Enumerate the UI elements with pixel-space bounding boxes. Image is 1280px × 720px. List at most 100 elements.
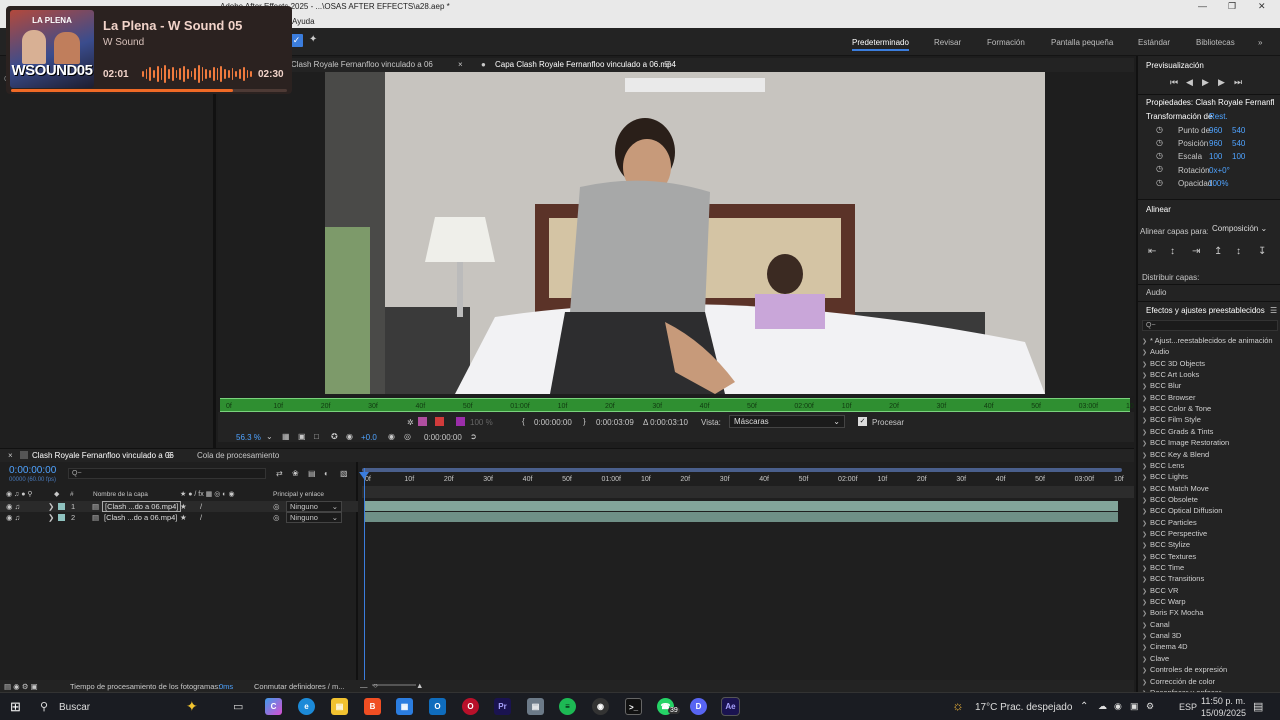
next-frame-icon[interactable]: ▶ xyxy=(1218,77,1225,88)
prop-opacity-value[interactable]: 100% xyxy=(1208,179,1228,188)
effects-category-item[interactable]: BCC Image Restoration xyxy=(1142,438,1229,447)
timeline-search-input[interactable]: Q~ xyxy=(68,468,266,479)
view-dropdown[interactable]: Máscaras ⌄ xyxy=(729,415,845,428)
tab-menu-icon[interactable]: ☰ xyxy=(166,451,173,460)
effects-category-item[interactable]: Cinema 4D xyxy=(1142,642,1188,651)
effects-category-item[interactable]: BCC Warp xyxy=(1142,597,1186,606)
parent-dropdown[interactable]: Ninguno ⌄ xyxy=(286,512,342,523)
shy-layers-icon[interactable]: ▤ xyxy=(308,469,316,478)
tray-app-icon[interactable]: ☁ xyxy=(1098,701,1107,712)
zoom-level[interactable]: 56.3 % xyxy=(236,433,261,442)
tab-composition[interactable]: Clash Royale Fernanfloo vinculado a 06 xyxy=(291,60,433,69)
layer-quality-icon[interactable]: / xyxy=(200,502,202,511)
av-switches-icon[interactable]: ◉ ♫ ● ⚲ xyxy=(6,490,33,498)
clock-date[interactable]: 15/09/2025 xyxy=(1201,708,1246,718)
align-vcenter-icon[interactable]: ↕ xyxy=(1236,246,1241,257)
visibility-eye-icon[interactable]: ◉ ♫ xyxy=(6,502,20,511)
effects-category-item[interactable]: BCC Browser xyxy=(1142,393,1195,402)
weather-icon[interactable]: ☼ xyxy=(952,698,964,713)
tab-render-queue[interactable]: Cola de procesamiento xyxy=(197,451,279,460)
close-tab-icon[interactable]: × xyxy=(458,60,463,69)
close-icon[interactable]: ✕ xyxy=(1258,1,1266,12)
effects-category-item[interactable]: Canal 3D xyxy=(1142,631,1181,640)
effects-category-item[interactable]: BCC Grads & Tints xyxy=(1142,427,1213,436)
zoom-in-icon[interactable]: ▲ xyxy=(416,681,423,690)
stopwatch-icon[interactable]: ◷ xyxy=(1156,125,1163,134)
effects-category-item[interactable]: BCC Time xyxy=(1142,563,1184,572)
pickwhip-icon[interactable]: ◎ xyxy=(273,513,280,522)
align-hcenter-icon[interactable]: ↕ xyxy=(1170,246,1175,257)
channels-icon[interactable]: ✪ xyxy=(331,432,338,441)
stopwatch-icon[interactable]: ◷ xyxy=(1156,178,1163,187)
align-to-dropdown[interactable]: Composición ⌄ xyxy=(1208,223,1276,234)
composition-viewer[interactable] xyxy=(218,72,1134,396)
layer-switch-icon[interactable]: ★ xyxy=(180,502,187,511)
prop-scale-x[interactable]: 100 xyxy=(1209,152,1222,161)
spotify-icon[interactable]: ≡ xyxy=(559,698,576,715)
edge-icon[interactable]: e xyxy=(298,698,315,715)
stopwatch-icon[interactable]: ◷ xyxy=(1156,151,1163,160)
grid-icon[interactable]: ▦ xyxy=(282,432,290,441)
motion-blur-icon[interactable]: ◐ xyxy=(324,469,329,478)
snapshot-icon[interactable]: ◉ xyxy=(388,432,395,441)
layer-duration-bar[interactable] xyxy=(365,501,1118,511)
copilot-sparkle-icon[interactable]: ✦ xyxy=(186,698,198,715)
tray-chevron-icon[interactable]: ⌃ xyxy=(1080,701,1088,712)
notifications-icon[interactable]: ▤ xyxy=(1253,700,1263,713)
effects-category-item[interactable]: BCC Film Style xyxy=(1142,415,1201,424)
prop-position-x[interactable]: 960 xyxy=(1209,139,1222,148)
menu-help[interactable]: Ayuda xyxy=(292,17,315,26)
effects-category-item[interactable]: BCC Textures xyxy=(1142,552,1196,561)
visibility-eye-icon[interactable]: ◉ ♫ xyxy=(6,513,20,522)
color-swatch[interactable] xyxy=(435,417,444,426)
now-playing-overlay[interactable]: LA PLENA WSOUND05 La Plena - W Sound 05 … xyxy=(6,6,292,94)
layer-color-label[interactable] xyxy=(58,514,65,521)
task-view-icon[interactable]: ▭ xyxy=(233,700,243,713)
fullscreen-icon[interactable]: ▣ xyxy=(298,432,306,441)
outlook-icon[interactable]: O xyxy=(429,698,446,715)
viewer-timecode[interactable]: 0:00:00:00 xyxy=(424,433,462,442)
premiere-icon[interactable]: Pr xyxy=(494,698,511,715)
parent-dropdown[interactable]: Ninguno ⌄ xyxy=(286,501,342,512)
tray-app-icon[interactable]: ⚙ xyxy=(1146,701,1154,712)
effects-category-item[interactable]: BCC Optical Diffusion xyxy=(1142,506,1222,515)
status-icons[interactable]: ▤ ◉ ⚙ ▣ xyxy=(4,682,38,691)
taskbar-search[interactable]: Buscar xyxy=(59,702,90,713)
effects-category-item[interactable]: BCC VR xyxy=(1142,586,1178,595)
layer-duration-bar[interactable] xyxy=(365,512,1118,522)
song-progress-bar[interactable] xyxy=(11,89,287,92)
show-snapshot-icon[interactable]: ◎ xyxy=(404,432,411,441)
effects-category-item[interactable]: BCC Obsolete xyxy=(1142,495,1198,504)
chevron-down-icon[interactable]: ⌄ xyxy=(266,432,273,441)
first-frame-icon[interactable]: ⏮ xyxy=(1170,77,1178,88)
expand-chevron-icon[interactable]: ❯ xyxy=(48,502,54,511)
effects-category-item[interactable]: Canal xyxy=(1142,620,1170,629)
col-parent-header[interactable]: Principal y enlace xyxy=(273,491,324,498)
effects-category-item[interactable]: Corrección de color xyxy=(1142,677,1215,686)
pin-tool-icon[interactable]: ✦ xyxy=(309,34,317,45)
effects-category-item[interactable]: * Ajust...reestablecidos de animación xyxy=(1142,336,1273,345)
share-icon[interactable]: ➲ xyxy=(470,432,477,441)
brave-icon[interactable]: B xyxy=(364,698,381,715)
discord-icon[interactable]: D xyxy=(690,698,707,715)
effects-category-item[interactable]: Boris FX Mocha xyxy=(1142,608,1203,617)
color-swatch[interactable] xyxy=(456,417,465,426)
graph-editor-icon[interactable]: ▧ xyxy=(340,469,348,478)
effects-category-item[interactable]: Audio xyxy=(1142,347,1169,356)
draft-3d-icon[interactable]: ❀ xyxy=(292,469,299,478)
terminal-icon[interactable]: >_ xyxy=(625,698,642,715)
layer-quality-icon[interactable]: / xyxy=(200,513,202,522)
effects-category-item[interactable]: BCC 3D Objects xyxy=(1142,359,1205,368)
prop-rotation-value[interactable]: 0x+0° xyxy=(1209,166,1230,175)
zoom-slider-knob[interactable]: ○ xyxy=(373,681,378,690)
prop-scale-y[interactable]: 100 xyxy=(1232,152,1245,161)
weather-text[interactable]: 17°C Prac. despejado xyxy=(975,702,1072,713)
layer-name[interactable]: [Clash ...do a 06.mp4] xyxy=(104,513,177,522)
github-icon[interactable]: ◉ xyxy=(592,698,609,715)
tab-menu-icon[interactable]: ☰ xyxy=(664,60,671,69)
effects-category-item[interactable]: BCC Match Move xyxy=(1142,484,1209,493)
workspace-default[interactable]: Predeterminado xyxy=(852,38,909,51)
effects-category-item[interactable]: Controles de expresión xyxy=(1142,665,1227,674)
effects-category-item[interactable]: Clave xyxy=(1142,654,1169,663)
store-icon[interactable]: ▦ xyxy=(396,698,413,715)
